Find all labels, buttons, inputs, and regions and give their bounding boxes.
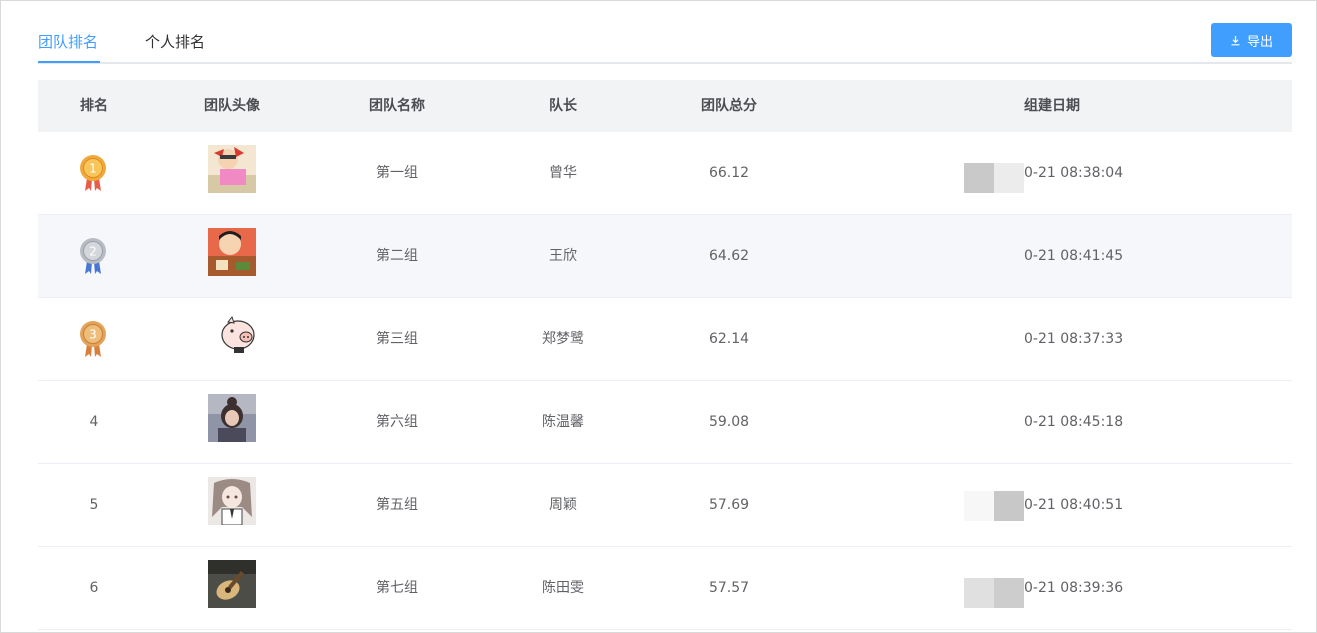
leader-cell: 王欣 xyxy=(549,248,577,264)
cartoon-boy-avatar xyxy=(208,228,256,276)
anime-girl-avatar xyxy=(208,477,256,525)
team-name-cell: 第三组 xyxy=(376,331,418,347)
gold-medal-icon: 1 xyxy=(80,155,106,191)
header-rank: 排名 xyxy=(80,98,108,114)
avatar-cell xyxy=(150,547,314,630)
created-date: 0-21 08:39:36 xyxy=(1024,580,1124,596)
created-date: 0-21 08:45:18 xyxy=(1024,414,1124,430)
ranking-panel: 团队排名 个人排名 导出 排名 团队头像 团队名称 队长 团队总分 组建日期 1… xyxy=(0,0,1317,633)
girl-photo-avatar xyxy=(208,394,256,442)
score-cell: 59.08 xyxy=(708,414,750,430)
leader-cell: 周颖 xyxy=(549,497,577,513)
rank-cell: 2 xyxy=(38,215,150,298)
date-cell: 0-21 08:40:51 xyxy=(812,464,1292,547)
avatar-cell xyxy=(150,381,314,464)
svg-text:1: 1 xyxy=(89,162,97,176)
bronze-medal-icon: 3 xyxy=(80,321,106,357)
team-name-cell: 第一组 xyxy=(376,165,418,181)
table-row[interactable]: 6 第七组 陈田雯 57.57 0-21 08:39:36 xyxy=(38,547,1292,630)
leader-cell: 陈温馨 xyxy=(542,414,584,430)
date-cell: 0-21 08:39:36 xyxy=(812,547,1292,630)
rank-cell: 1 xyxy=(38,132,150,215)
team-ranking-table: 排名 团队头像 团队名称 队长 团队总分 组建日期 1 第一组 曾华 66.12… xyxy=(38,80,1292,630)
ranking-tabs: 团队排名 个人排名 xyxy=(38,1,1292,64)
active-tab-indicator xyxy=(38,61,100,63)
svg-text:2: 2 xyxy=(89,245,97,259)
score-cell: 57.69 xyxy=(708,497,750,513)
date-cell: 0-21 08:41:45 xyxy=(812,215,1292,298)
score-cell: 64.62 xyxy=(708,248,750,264)
team-name-cell: 第七组 xyxy=(376,580,418,596)
redaction-blur xyxy=(964,547,1024,630)
team-name-cell: 第五组 xyxy=(376,497,418,513)
created-date: 0-21 08:40:51 xyxy=(1024,497,1124,513)
rank-cell: 5 xyxy=(89,497,99,513)
score-cell: 66.12 xyxy=(708,165,750,181)
avatar-cell xyxy=(150,464,314,547)
export-button[interactable]: 导出 xyxy=(1211,23,1292,57)
guitar-photo-avatar xyxy=(208,560,256,608)
silver-medal-icon: 2 xyxy=(80,238,106,274)
table-row[interactable]: 1 第一组 曾华 66.12 0-21 08:38:04 xyxy=(38,132,1292,215)
rank-cell: 6 xyxy=(89,580,99,596)
avatar-cell xyxy=(150,132,314,215)
rank-cell: 4 xyxy=(89,414,99,430)
team-name-cell: 第二组 xyxy=(376,248,418,264)
tab-personal-ranking[interactable]: 个人排名 xyxy=(145,31,205,53)
header-total-score: 团队总分 xyxy=(701,98,757,114)
table-header: 排名 团队头像 团队名称 队长 团队总分 组建日期 xyxy=(38,80,1292,132)
table-row[interactable]: 3 第三组 郑梦鹭 62.14 0-21 08:37:33 xyxy=(38,298,1292,381)
redaction-blur xyxy=(964,464,1024,547)
created-date: 0-21 08:38:04 xyxy=(1024,165,1124,181)
rank-cell: 3 xyxy=(38,298,150,381)
svg-text:3: 3 xyxy=(89,328,97,342)
table-row[interactable]: 4 第六组 陈温馨 59.08 0-21 08:45:18 xyxy=(38,381,1292,464)
date-cell: 0-21 08:37:33 xyxy=(812,298,1292,381)
redaction-blur xyxy=(964,132,1024,215)
export-label: 导出 xyxy=(1246,34,1273,50)
score-cell: 57.57 xyxy=(708,580,750,596)
header-team-name: 团队名称 xyxy=(369,98,425,114)
avatar-cell xyxy=(150,215,314,298)
table-row[interactable]: 5 第五组 周颖 57.69 0-21 08:40:51 xyxy=(38,464,1292,547)
pig-avatar xyxy=(208,311,256,359)
tab-team-ranking[interactable]: 团队排名 xyxy=(38,31,98,53)
date-cell: 0-21 08:38:04 xyxy=(812,132,1292,215)
table-row[interactable]: 2 第二组 王欣 64.62 0-21 08:41:45 xyxy=(38,215,1292,298)
leader-cell: 曾华 xyxy=(549,165,577,181)
created-date: 0-21 08:41:45 xyxy=(1024,248,1124,264)
created-date: 0-21 08:37:33 xyxy=(1024,331,1124,347)
team-name-cell: 第六组 xyxy=(376,414,418,430)
header-created-date: 组建日期 xyxy=(1024,98,1080,114)
score-cell: 62.14 xyxy=(708,331,750,347)
leader-cell: 郑梦鹭 xyxy=(542,331,584,347)
date-cell: 0-21 08:45:18 xyxy=(812,381,1292,464)
avatar-cell xyxy=(150,298,314,381)
leader-cell: 陈田雯 xyxy=(542,580,584,596)
download-icon xyxy=(1230,35,1241,46)
cartoon-girl-avatar xyxy=(208,145,256,193)
header-leader: 队长 xyxy=(549,98,577,114)
header-avatar: 团队头像 xyxy=(204,98,260,114)
